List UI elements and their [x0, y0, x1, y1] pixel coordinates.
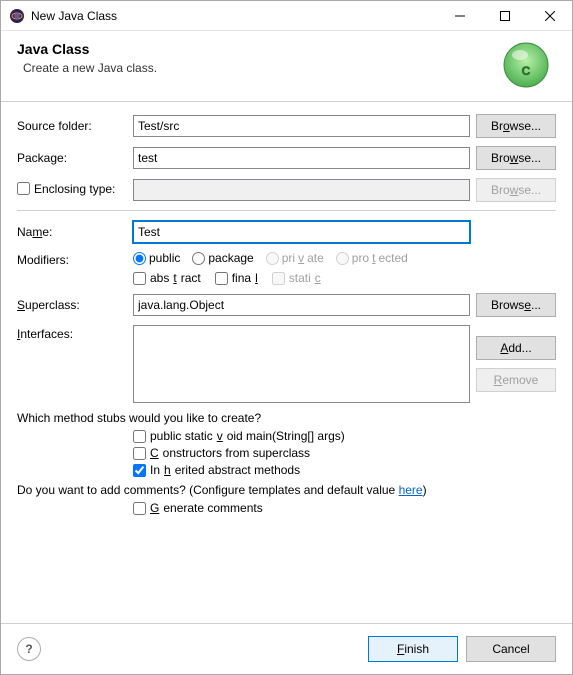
maximize-button[interactable] — [482, 1, 527, 30]
abstract-checkbox[interactable]: abstract — [133, 271, 201, 285]
main-method-checkbox[interactable]: public static void main(String[] args) — [133, 429, 556, 443]
svg-text:C: C — [522, 64, 531, 78]
superclass-input[interactable] — [133, 294, 470, 316]
add-interface-button[interactable]: Add... — [476, 336, 556, 360]
banner-heading: Java Class — [17, 41, 502, 57]
finish-button[interactable]: Finish — [368, 636, 458, 662]
interfaces-label: Interfaces: — [17, 325, 127, 341]
name-label: Name: — [17, 225, 127, 239]
enclosing-type-checkbox[interactable] — [17, 182, 30, 195]
source-folder-input[interactable] — [133, 115, 470, 137]
enclosing-type-input — [133, 179, 470, 201]
inherited-checkbox[interactable]: Inherited abstract methods — [133, 463, 556, 477]
eclipse-icon — [9, 8, 25, 24]
enclosing-type-label: Enclosing type: — [17, 182, 127, 199]
constructors-checkbox[interactable]: Constructors from superclass — [133, 446, 556, 460]
wizard-banner: Java Class Create a new Java class. C — [1, 31, 572, 102]
cancel-button[interactable]: Cancel — [466, 636, 556, 662]
interfaces-list[interactable] — [133, 325, 470, 403]
superclass-label: Superclass: — [17, 298, 127, 312]
name-input[interactable] — [133, 221, 470, 243]
button-bar: ? Finish Cancel — [1, 623, 572, 674]
class-icon: C — [502, 41, 550, 89]
private-radio: private — [266, 251, 324, 265]
divider — [17, 210, 556, 211]
new-java-class-dialog: New Java Class Java Class Create a new J… — [0, 0, 573, 675]
minimize-button[interactable] — [437, 1, 482, 30]
generate-comments-checkbox[interactable]: Generate comments — [133, 501, 556, 515]
window-title: New Java Class — [31, 9, 437, 23]
close-button[interactable] — [527, 1, 572, 30]
public-radio[interactable]: public — [133, 251, 180, 265]
protected-radio: protected — [336, 251, 408, 265]
browse-enclosing-button: Browse... — [476, 178, 556, 202]
source-folder-label: Source folder: — [17, 119, 127, 133]
banner-subtitle: Create a new Java class. — [23, 61, 502, 75]
package-input[interactable] — [133, 147, 470, 169]
titlebar: New Java Class — [1, 1, 572, 31]
configure-templates-link[interactable]: here — [399, 483, 423, 497]
help-button[interactable]: ? — [17, 637, 41, 661]
svg-text:?: ? — [25, 642, 32, 656]
stubs-question: Which method stubs would you like to cre… — [17, 411, 556, 425]
static-checkbox: static — [272, 271, 321, 285]
package-radio[interactable]: package — [192, 251, 253, 265]
browse-package-button[interactable]: Browse... — [476, 146, 556, 170]
browse-source-button[interactable]: Browse... — [476, 114, 556, 138]
modifiers-label: Modifiers: — [17, 251, 127, 267]
browse-superclass-button[interactable]: Browse... — [476, 293, 556, 317]
remove-interface-button: Remove — [476, 368, 556, 392]
final-checkbox[interactable]: final — [215, 271, 258, 285]
comments-question: Do you want to add comments? (Configure … — [17, 483, 556, 497]
package-label: Package: — [17, 151, 127, 165]
form-content: Source folder: Browse... Package: Browse… — [1, 102, 572, 623]
